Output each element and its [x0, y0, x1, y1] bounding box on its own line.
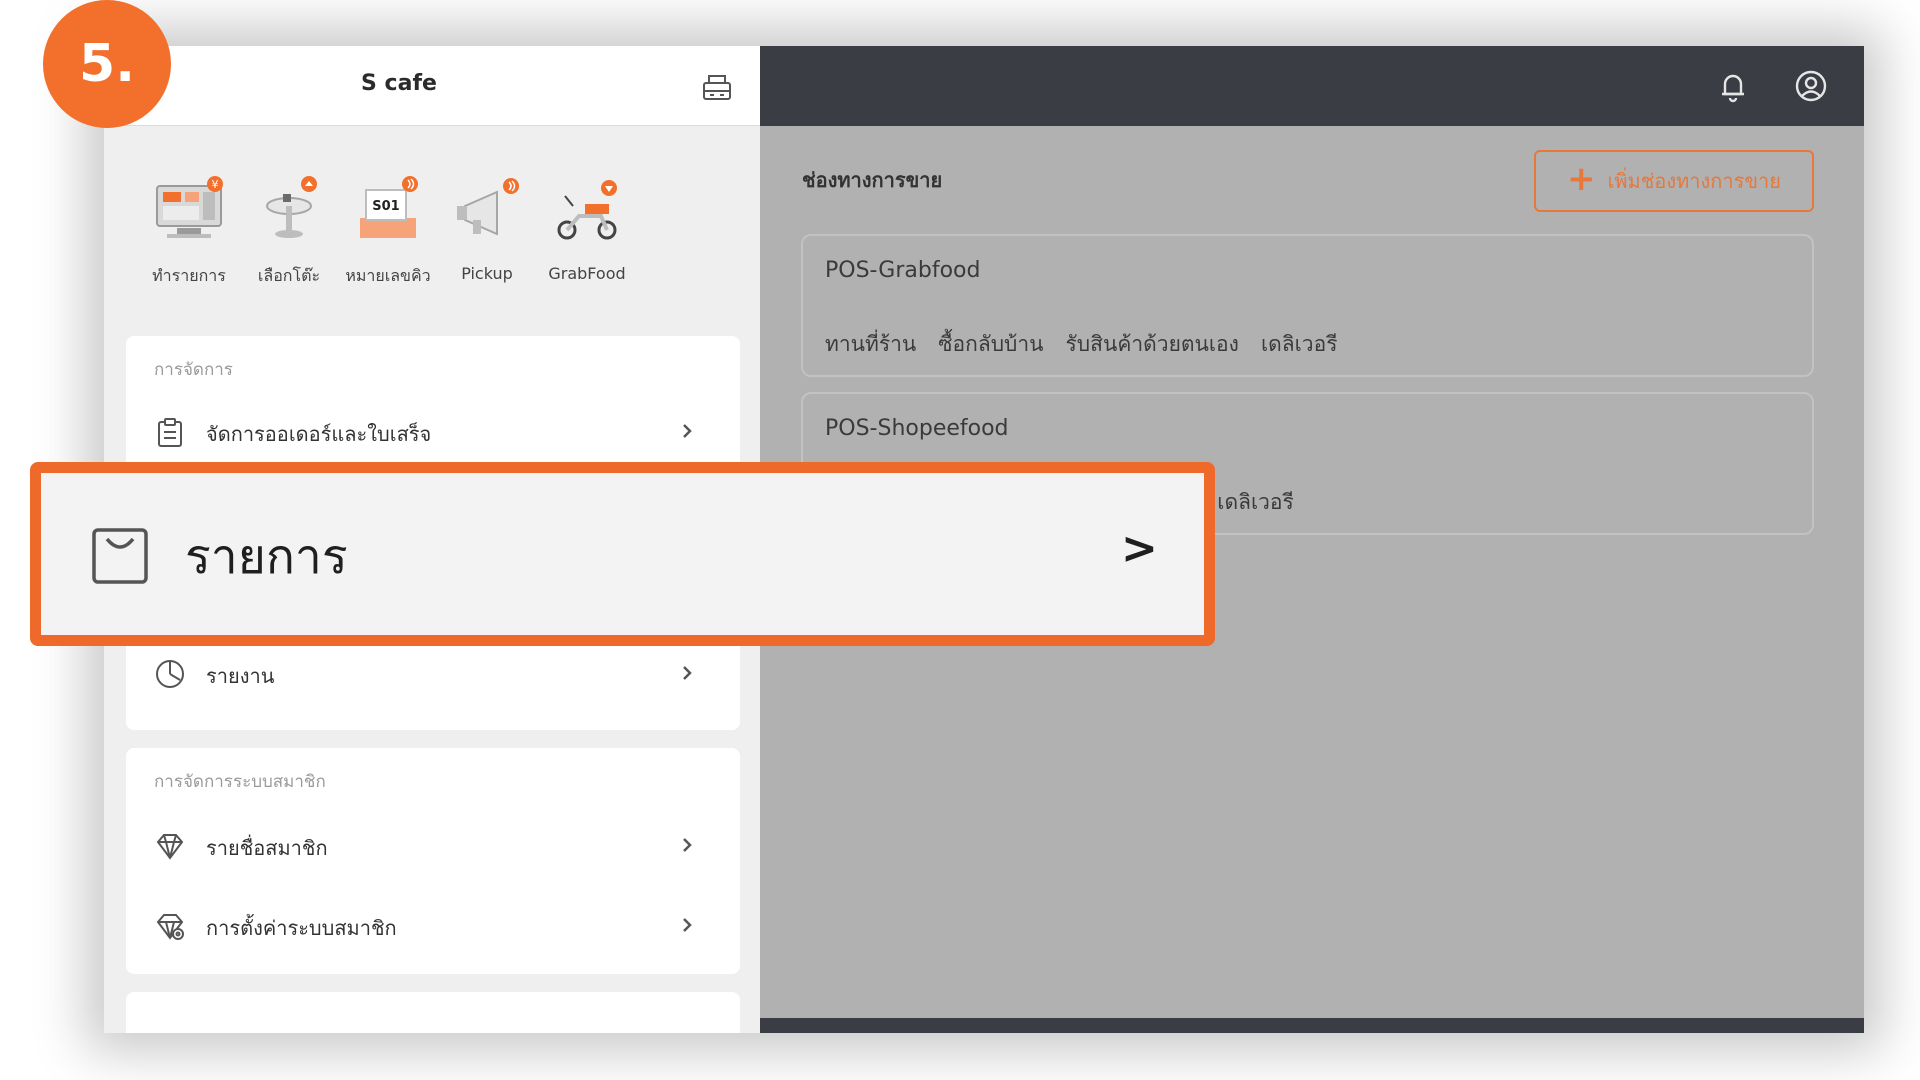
side-menu-header: S cafe	[104, 46, 760, 126]
menu-item-member-settings[interactable]: การตั้งค่าระบบสมาชิก	[154, 906, 710, 946]
pickup-megaphone-icon	[457, 178, 519, 236]
bell-icon[interactable]	[1715, 68, 1751, 104]
delivery-scooter-icon	[557, 180, 617, 240]
highlighted-menu-item-label: รายการ	[185, 529, 348, 585]
quick-action-grabfood[interactable]: GrabFood	[526, 176, 648, 306]
menu-item-reports[interactable]: รายงาน	[154, 654, 710, 694]
pos-terminal-icon: ¥	[156, 176, 223, 238]
step-number-badge: 5.	[43, 0, 171, 128]
queue-badge-text: S01	[372, 199, 399, 214]
diamond-settings-icon	[156, 914, 184, 940]
quick-action-label: GrabFood	[548, 264, 626, 283]
svg-text:¥: ¥	[212, 178, 219, 191]
chevron-right-icon	[683, 666, 692, 680]
next-section-card	[126, 992, 740, 1033]
top-bar	[760, 46, 1864, 126]
menu-item-label: รายงาน	[206, 664, 275, 688]
menu-item-label: การตั้งค่าระบบสมาชิก	[206, 916, 397, 940]
channel-name: POS-Shopeefood	[825, 416, 1009, 441]
menu-item-label: รายชื่อสมาชิก	[206, 836, 328, 860]
pie-chart-icon	[156, 660, 184, 688]
membership-card: การจัดการระบบสมาชิก รายชื่อสมาชิก การตั้…	[126, 748, 740, 974]
sales-channels-title: ช่องทางการขาย	[802, 168, 943, 192]
channel-tag: เดลิเวอรี	[1260, 332, 1338, 356]
table-icon	[266, 176, 317, 238]
channel-tags: ทานที่ร้าน ซื้อกลับบ้าน รับสินค้าด้วยตนเ…	[825, 328, 1337, 361]
menu-item-member-list[interactable]: รายชื่อสมาชิก	[154, 826, 710, 866]
clipboard-icon	[158, 418, 182, 447]
channel-tag: รับสินค้าด้วยตนเอง	[1065, 332, 1239, 356]
menu-item-label: จัดการออเดอร์และใบเสร็จ	[206, 422, 432, 446]
channel-tag: ซื้อกลับบ้าน	[938, 332, 1044, 356]
management-section-title: การจัดการ	[154, 360, 233, 380]
plus-icon: +	[1567, 159, 1596, 199]
highlighted-menu-item-products[interactable]: รายการ >	[30, 462, 1215, 646]
quick-actions: ¥ ทำรายการ เลือกโต๊ะ S01 หมายเลขคิว Pick…	[128, 176, 748, 306]
membership-section-title: การจัดการระบบสมาชิก	[154, 772, 326, 792]
shop-name: S cafe	[361, 71, 437, 96]
account-icon[interactable]	[1793, 68, 1829, 104]
bottom-bar	[760, 1018, 1864, 1033]
chevron-right-icon	[683, 838, 692, 852]
shopping-bag-icon	[92, 528, 148, 584]
chevron-right-icon: >	[1121, 523, 1158, 574]
chevron-right-icon	[683, 918, 692, 932]
add-sales-channel-button[interactable]: + เพิ่มช่องทางการขาย	[1534, 150, 1814, 212]
channel-tag: เดลิเวอรี	[1217, 490, 1294, 514]
menu-item-orders-receipts[interactable]: จัดการออเดอร์และใบเสร็จ	[154, 412, 710, 452]
channel-name: POS-Grabfood	[825, 258, 981, 283]
channel-card[interactable]: POS-Grabfood ทานที่ร้าน ซื้อกลับบ้าน รับ…	[801, 234, 1814, 377]
channel-tag: ทานที่ร้าน	[825, 332, 917, 356]
queue-number-icon: S01	[360, 176, 418, 238]
diamond-icon	[156, 834, 184, 860]
add-sales-channel-label: เพิ่มช่องทางการขาย	[1607, 169, 1781, 193]
chevron-right-icon	[683, 424, 692, 438]
cash-register-icon[interactable]	[700, 70, 734, 104]
